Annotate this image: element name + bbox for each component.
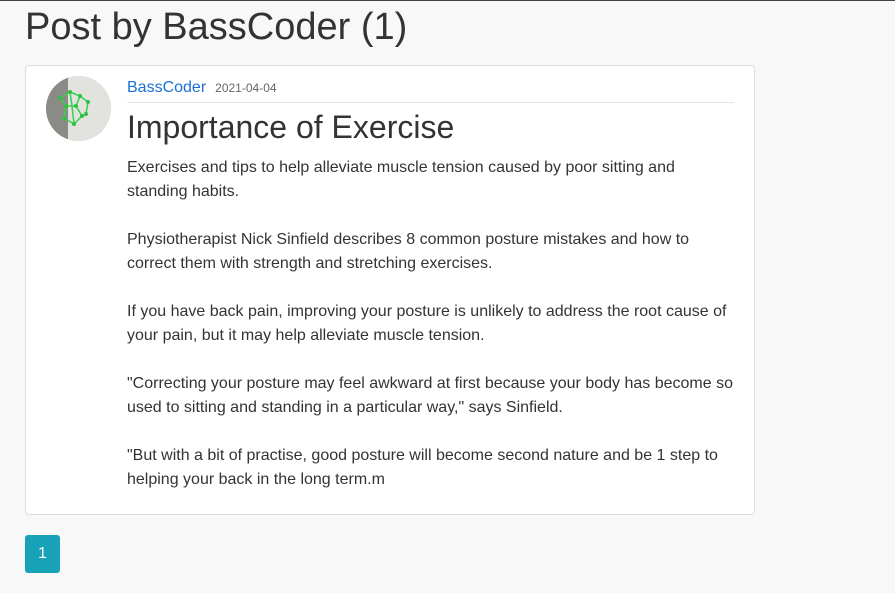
post-date: 2021-04-04 <box>215 81 277 95</box>
post-title: Importance of Exercise <box>127 109 455 145</box>
page-container: Post by BassCoder (1) BassCoder 2021-04-… <box>25 0 755 573</box>
page-title: Post by BassCoder (1) <box>25 6 408 48</box>
post-body: BassCoder 2021-04-04 Importance of Exerci… <box>127 78 734 492</box>
avatar[interactable] <box>46 76 111 141</box>
post-paragraph: Exercises and tips to help alleviate mus… <box>127 159 675 200</box>
pagination-page-button[interactable]: 1 <box>25 535 60 573</box>
post-paragraph: "Correcting your posture may feel awkwar… <box>127 375 733 416</box>
avatar-image <box>46 76 111 141</box>
post-paragraph: Physiotherapist Nick Sinfield describes … <box>127 231 690 272</box>
author-link[interactable]: BassCoder <box>127 79 206 96</box>
post-paragraph: If you have back pain, improving your po… <box>127 303 727 344</box>
post-meta: BassCoder 2021-04-04 <box>127 78 734 103</box>
post-card: BassCoder 2021-04-04 Importance of Exerci… <box>25 65 755 515</box>
post-paragraph: "But with a bit of practise, good postur… <box>127 447 718 488</box>
